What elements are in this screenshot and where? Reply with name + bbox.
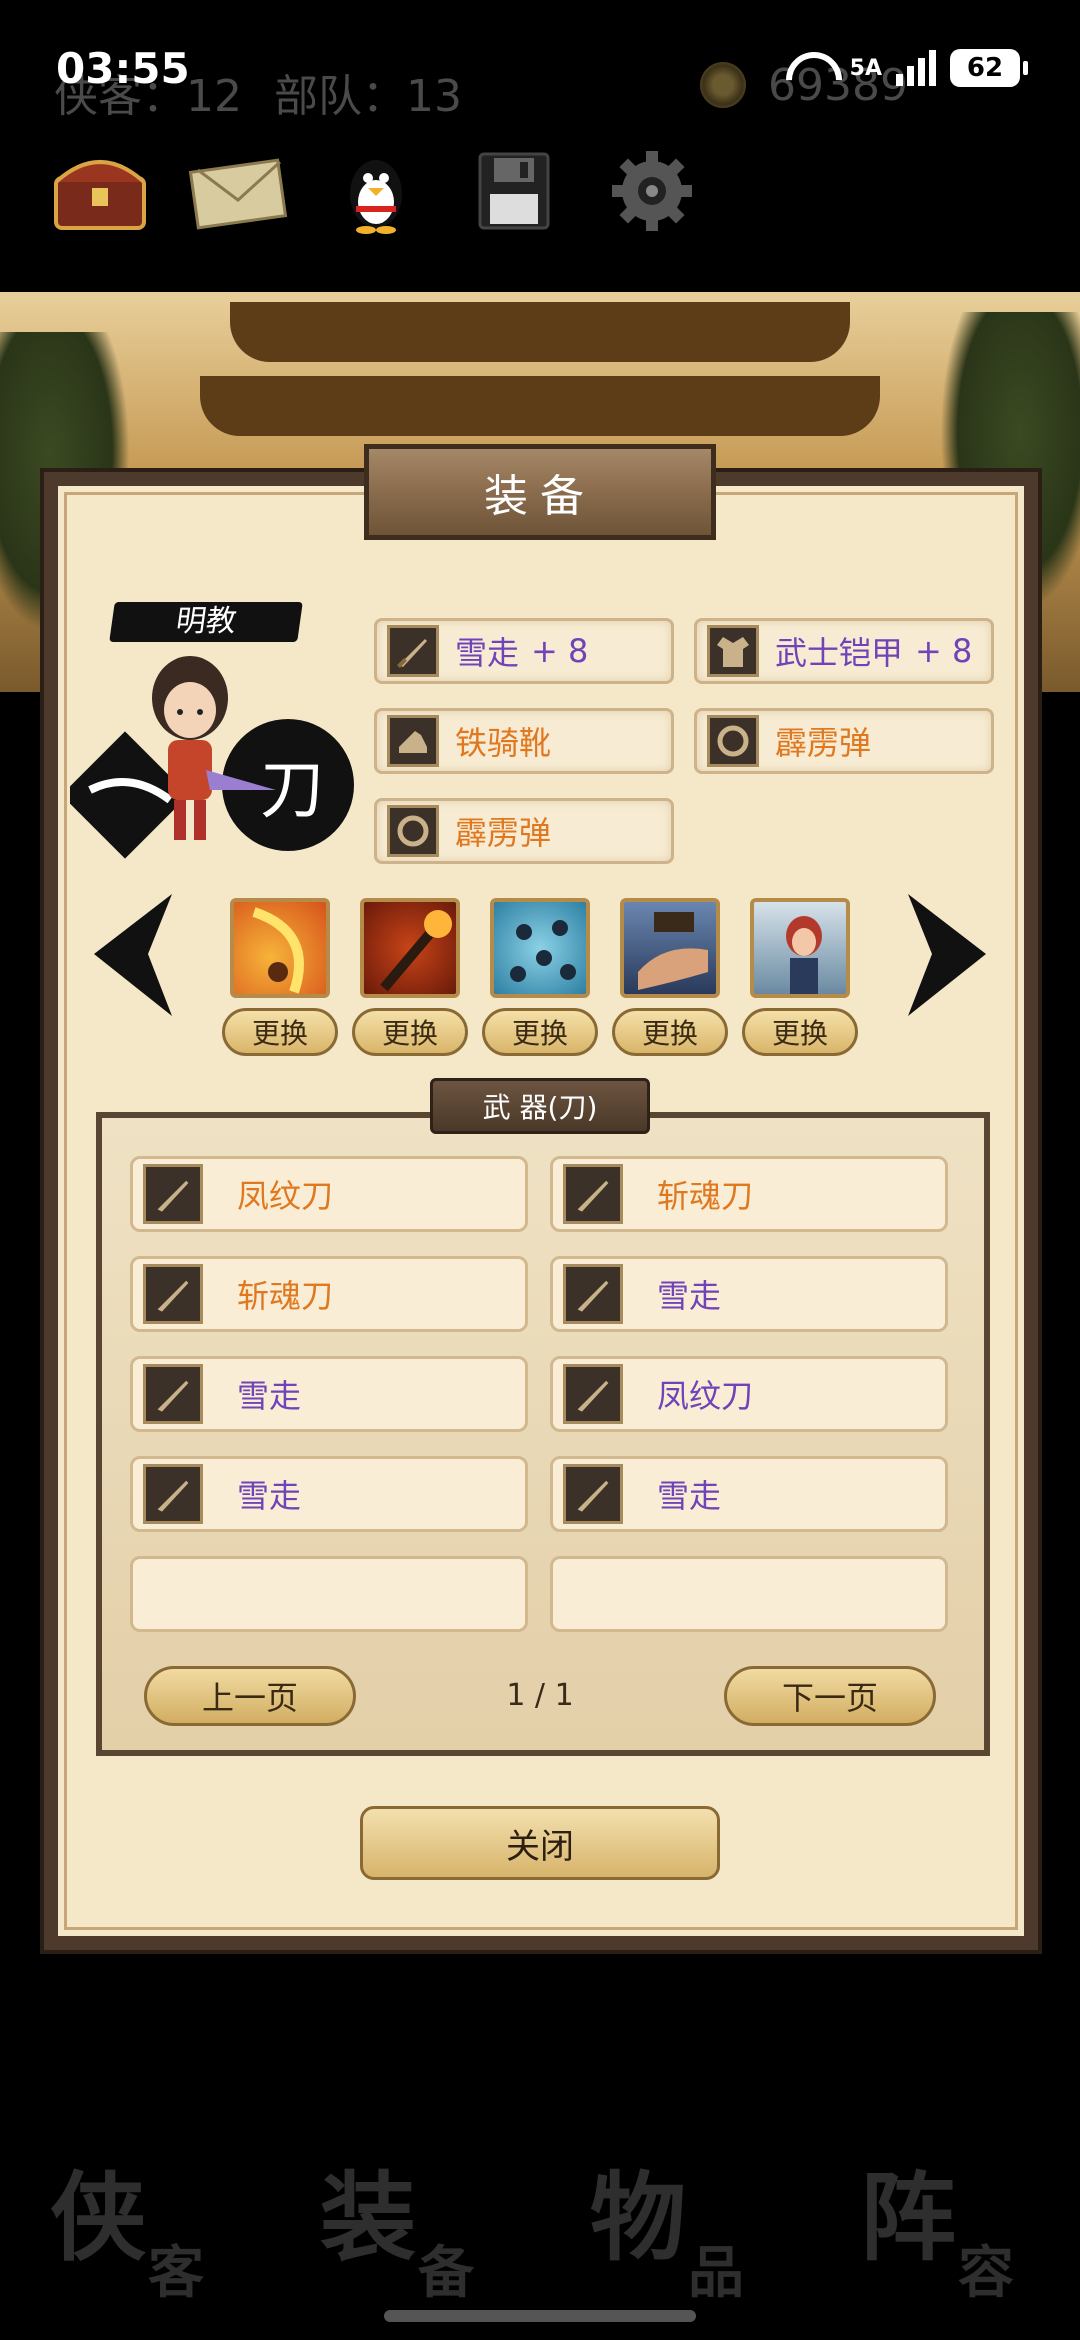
next-hero-arrow[interactable] [902, 890, 992, 1020]
swap-skill-5-button[interactable]: 更换 [742, 1008, 858, 1056]
temple-roof-lower [200, 376, 880, 436]
nav-equipment[interactable]: 装 备 [310, 2140, 500, 2306]
swordswoman-icon [786, 916, 822, 994]
fist-strike-icon [638, 912, 708, 990]
floppy-disk-icon[interactable] [464, 148, 564, 234]
equip-armor-name: 武士铠甲 [775, 634, 904, 672]
weapon-item[interactable]: 雪走 [130, 1356, 528, 1432]
sword-icon [143, 1164, 203, 1224]
weapon-item[interactable]: 雪走 [130, 1456, 528, 1532]
temple-roof [230, 302, 850, 362]
swap-skill-3-button[interactable]: 更换 [482, 1008, 598, 1056]
weapon-item[interactable]: 凤纹刀 [130, 1156, 528, 1232]
prev-hero-arrow[interactable] [88, 890, 178, 1020]
weapon-item[interactable]: 斩魂刀 [550, 1156, 948, 1232]
weapon-item-name: 斩魂刀 [237, 1277, 334, 1315]
page-indicator: 1 / 1 [506, 1678, 574, 1713]
equip-slot-boots[interactable]: 铁骑靴 [374, 708, 674, 774]
sword-icon [563, 1464, 623, 1524]
weapon-item[interactable]: 雪走 [550, 1456, 948, 1532]
weapon-item-empty[interactable] [130, 1556, 528, 1632]
weapon-category-label: 武 器(刀) [430, 1078, 650, 1134]
weapon-item-name: 雪走 [657, 1477, 722, 1515]
sword-icon [563, 1264, 623, 1324]
ninja-swarm-icon [510, 920, 576, 982]
envelope-icon[interactable] [188, 148, 288, 234]
equip-boots-name: 铁骑靴 [455, 724, 552, 762]
gear-icon[interactable] [602, 148, 702, 234]
weapon-item-name: 雪走 [237, 1477, 302, 1515]
flame-mace-icon [380, 910, 452, 992]
skill-slot-1[interactable] [230, 898, 330, 998]
sword-icon [143, 1364, 203, 1424]
sword-icon [563, 1164, 623, 1224]
weapon-item-name: 雪走 [237, 1377, 302, 1415]
home-indicator[interactable] [384, 2310, 696, 2322]
swap-skill-4-button[interactable]: 更换 [612, 1008, 728, 1056]
ring-icon [707, 715, 759, 767]
equip-slot-accessory-2[interactable]: 霹雳弹 [374, 798, 674, 864]
weapon-item-empty[interactable] [550, 1556, 948, 1632]
skill-slot-3[interactable] [490, 898, 590, 998]
weapon-item-name: 凤纹刀 [657, 1377, 754, 1415]
weapon-item-name: 斩魂刀 [657, 1177, 754, 1215]
clock: 03:55 [56, 44, 190, 93]
prev-page-button[interactable]: 上一页 [144, 1666, 356, 1726]
hero-portrait: 刀 [61, 640, 360, 880]
weapon-item-name: 雪走 [657, 1277, 722, 1315]
panel-title: 装备 [364, 444, 716, 540]
skill-slot-2[interactable] [360, 898, 460, 998]
network-type: 5A [849, 55, 882, 81]
armor-icon [707, 625, 759, 677]
battery-icon: 62 [950, 49, 1028, 87]
equip-weapon-bonus: + 8 [531, 632, 589, 670]
equip-accessory-1-name: 霹雳弹 [775, 724, 872, 762]
bottom-nav: 侠 客 装 备 物 品 阵 容 [0, 2140, 1080, 2306]
close-button[interactable]: 关闭 [360, 1806, 720, 1880]
weapon-glyph: 刀 [260, 754, 324, 828]
boots-icon [387, 715, 439, 767]
swap-skill-2-button[interactable]: 更换 [352, 1008, 468, 1056]
equip-armor-bonus: + 8 [915, 632, 973, 670]
skill-slot-5[interactable] [750, 898, 850, 998]
coin-icon [700, 62, 746, 108]
status-bar: 侠客：12 部队：13 69389 03:55 5A 62 [0, 0, 1080, 140]
equip-accessory-2-name: 霹雳弹 [455, 814, 552, 852]
nav-heroes[interactable]: 侠 客 [40, 2140, 230, 2306]
weapon-item[interactable]: 雪走 [550, 1256, 948, 1332]
sword-icon [563, 1364, 623, 1424]
equip-weapon-name: 雪走 [455, 634, 520, 672]
troop-count: 部队：13 [274, 71, 462, 122]
swap-skill-1-button[interactable]: 更换 [222, 1008, 338, 1056]
nav-formation[interactable]: 阵 容 [850, 2140, 1040, 2306]
nav-items[interactable]: 物 品 [580, 2140, 770, 2306]
penguin-icon[interactable] [326, 148, 426, 234]
skill-slot-4[interactable] [620, 898, 720, 998]
system-icons: 5A 62 [782, 48, 1028, 88]
ring-icon [387, 805, 439, 857]
equip-slot-weapon[interactable]: 雪走 + 8 [374, 618, 674, 684]
top-toolbar [50, 148, 702, 234]
sword-icon [387, 625, 439, 677]
weapon-item[interactable]: 凤纹刀 [550, 1356, 948, 1432]
sword-icon [143, 1264, 203, 1324]
signal-icon [896, 50, 936, 86]
next-page-button[interactable]: 下一页 [724, 1666, 936, 1726]
treasure-chest-icon[interactable] [50, 148, 150, 234]
weapon-item[interactable]: 斩魂刀 [130, 1256, 528, 1332]
equip-slot-armor[interactable]: 武士铠甲 + 8 [694, 618, 994, 684]
crescent-slash-icon [252, 907, 304, 994]
sect-label: 明教 [109, 602, 303, 642]
wifi-icon [782, 48, 836, 88]
equip-slot-accessory-1[interactable]: 霹雳弹 [694, 708, 994, 774]
sword-icon [143, 1464, 203, 1524]
weapon-item-name: 凤纹刀 [237, 1177, 334, 1215]
